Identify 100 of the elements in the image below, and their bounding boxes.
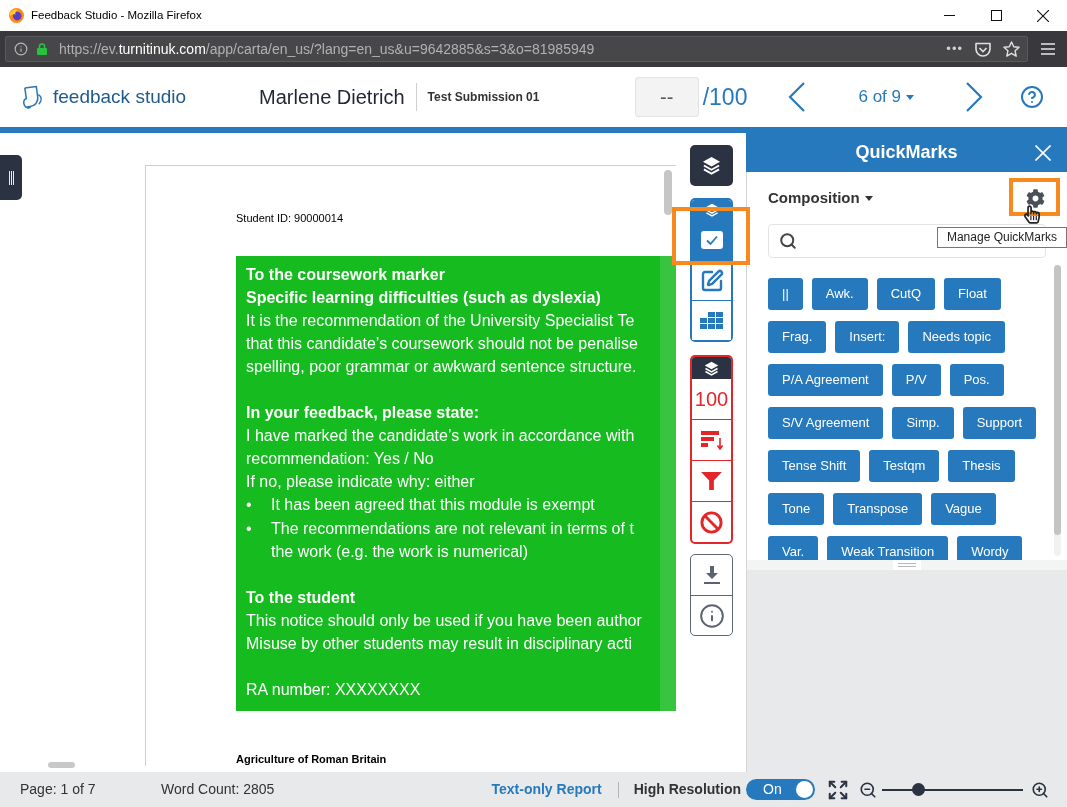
switch-knob-icon: [796, 781, 813, 798]
student-id: Student ID: 90000014: [236, 211, 344, 225]
tool-button[interactable]: [692, 300, 731, 340]
quickmark-chip[interactable]: Testqm: [869, 450, 940, 482]
zoom-out-icon[interactable]: [859, 780, 877, 799]
notice-text: Misuse by other students may result in disciplinary acti: [246, 634, 632, 654]
prohibited-icon: [700, 510, 723, 534]
quickmark-chip[interactable]: CutQ: [876, 278, 936, 310]
student-name: Marlene Dietrich: [259, 85, 405, 110]
filter-icon: [701, 472, 722, 490]
word-count: Word Count: 2805: [161, 780, 275, 799]
horizontal-scrollbar-thumb[interactable]: [48, 762, 75, 768]
bullet-text: The recommendations are not relevant in terms of t: [271, 519, 634, 539]
maximize-icon[interactable]: [991, 10, 1002, 21]
panel-title: QuickMarks: [855, 141, 958, 164]
notice-text: I have marked the candidate’s work in accordance with: [246, 426, 635, 446]
scrollbar-thumb[interactable]: [664, 170, 672, 215]
checkbox-icon: [700, 231, 723, 249]
quickmark-chip[interactable]: Thesis: [948, 450, 1015, 482]
close-icon[interactable]: [1037, 9, 1049, 22]
quickmark-chip[interactable]: Vague: [931, 493, 996, 525]
notice-text: that this candidate’s coursework should not be penalise: [246, 334, 638, 354]
layers-icon: [704, 203, 719, 217]
page-actions-button[interactable]: •••: [946, 39, 963, 59]
caret-icon: [906, 94, 914, 100]
quickmark-chip[interactable]: Pos.: [949, 364, 1004, 396]
quickmark-chip[interactable]: ||: [768, 278, 803, 310]
layer-toggle-button[interactable]: [692, 357, 731, 379]
previous-icon[interactable]: [788, 82, 807, 112]
notice-text: RA number: XXXXXXXX: [246, 680, 421, 700]
quickmark-chip[interactable]: Insert:: [835, 321, 900, 353]
zoom-slider[interactable]: [882, 782, 1023, 797]
quickmark-chip[interactable]: Frag.: [768, 321, 827, 353]
text-only-report-link[interactable]: Text-only Report: [491, 779, 602, 800]
quickmark-chip[interactable]: Simp.: [892, 407, 954, 439]
quickmark-chip[interactable]: S/V Agreement: [768, 407, 884, 439]
high-resolution-label: High Resolution: [633, 780, 741, 799]
info-icon[interactable]: [14, 42, 28, 56]
layers-button[interactable]: [690, 145, 733, 186]
quickmark-chip[interactable]: Wordy: [957, 536, 1023, 560]
quickmark-chip[interactable]: P/A Agreement: [768, 364, 883, 396]
shield-chevron-icon[interactable]: [975, 41, 991, 57]
notice-heading: To the coursework marker: [246, 265, 445, 285]
url-text[interactable]: https://ev.turnitinuk.com/app/carta/en_us/?lang=en_us&u=9642885&s=3&o=81985949: [59, 38, 595, 60]
bullet-marker: •: [246, 520, 252, 537]
url-field[interactable]: https://ev.turnitinuk.com/app/carta/en_us/?lang=en_us&u=9642885&s=3&o=81985949 •••: [5, 36, 1028, 62]
submission-title: Test Submission 01: [427, 89, 540, 106]
tool-button[interactable]: [692, 220, 731, 260]
quickmark-chip[interactable]: Transpose: [833, 493, 923, 525]
fullscreen-icon[interactable]: [827, 778, 849, 801]
lock-icon[interactable]: [37, 43, 47, 55]
notice-heading: To the student: [246, 588, 356, 608]
grip-icon: [8, 170, 14, 185]
notice-heading: Specific learning difficulties (such as dyslexia): [246, 288, 601, 308]
page-count: Page: 1 of 7: [20, 781, 96, 797]
notice-text: spelling, poor grammar or awkward sentence structure.: [246, 357, 637, 377]
score-total: /100: [702, 82, 748, 112]
logo-icon: [21, 84, 44, 110]
zoom-in-icon[interactable]: [1031, 780, 1049, 799]
star-icon[interactable]: [1003, 41, 1020, 57]
quickmark-chip[interactable]: Awk.: [811, 278, 868, 310]
next-icon[interactable]: [965, 82, 983, 112]
notice-text: If no, please indicate why: either: [246, 472, 475, 492]
layers-icon: [702, 156, 721, 175]
similarity-score-button[interactable]: 100: [692, 379, 731, 419]
window-title: Feedback Studio - Mozilla Firefox: [31, 7, 202, 23]
notice-heading: In your feedback, please state:: [246, 403, 479, 423]
menu-icon[interactable]: [1041, 43, 1055, 55]
quickmark-chip[interactable]: Support: [962, 407, 1037, 439]
hand-cursor-icon: [1024, 203, 1040, 225]
quickmark-chip[interactable]: Tone: [768, 493, 825, 525]
browser-logo-icon: [9, 8, 24, 23]
quickmark-chip[interactable]: Var.: [768, 536, 819, 560]
quickmark-chip[interactable]: Needs topic: [908, 321, 1006, 353]
help-icon[interactable]: [1020, 85, 1044, 109]
quickmark-chip[interactable]: P/V: [891, 364, 941, 396]
drag-handle-icon[interactable]: [893, 560, 921, 570]
edit-icon: [699, 268, 724, 293]
bullet-text: It has been agreed that this module is exempt: [271, 495, 595, 515]
bullet-marker: •: [246, 496, 252, 513]
quickmark-chip[interactable]: Weak Transition: [827, 536, 949, 560]
caret-icon: [864, 195, 873, 201]
settings-icon[interactable]: [1026, 188, 1045, 208]
quickmark-chip[interactable]: Tense Shift: [768, 450, 861, 482]
submission-picker[interactable]: 6 of 9: [858, 84, 914, 110]
notice-text: It is the recommendation of the University Specialist Te: [246, 311, 635, 331]
slider-thumb[interactable]: [912, 783, 926, 796]
quickmark-set-dropdown[interactable]: Composition: [768, 186, 873, 210]
grid-icon: [700, 312, 723, 329]
high-resolution-switch[interactable]: On: [746, 779, 815, 800]
sort-icon: [700, 430, 723, 450]
search-icon: [779, 232, 797, 250]
bullet-text: the work (e.g. the work is numerical): [271, 542, 528, 562]
score-field[interactable]: --: [634, 77, 699, 117]
notice-text: recommendation: Yes / No: [246, 449, 434, 469]
layers-icon: [704, 360, 719, 376]
tooltip: Manage QuickMarks: [936, 226, 1067, 248]
quickmark-chip[interactable]: Float: [944, 278, 1001, 310]
notice-text: This notice should only be used if you have been author: [246, 611, 642, 631]
sidebar-toggle-tab[interactable]: [0, 155, 22, 200]
